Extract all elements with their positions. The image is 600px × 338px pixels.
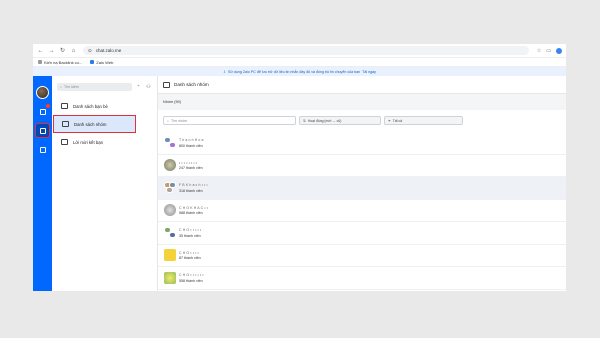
user-avatar[interactable] <box>36 86 49 99</box>
section-title: Nhóm (59) <box>163 100 181 104</box>
friend-request-icon <box>61 139 68 145</box>
download-icon: ⇩ <box>223 69 227 74</box>
nav-rail <box>33 76 52 291</box>
back-icon[interactable]: ← <box>37 48 44 54</box>
browser-toolbar: ← → ↻ ⌂ ⊙ chat.zalo.me ☆ ▭ <box>33 44 566 58</box>
list-item[interactable]: F B K h a c h • • • 318 thành viên <box>158 177 566 200</box>
group-search-input[interactable]: ⌕ Tìm nhóm <box>163 116 296 125</box>
chat-icon <box>39 108 46 115</box>
friends-icon <box>61 103 68 109</box>
sidebar-item-friends[interactable]: Danh sách bạn bè <box>52 97 157 115</box>
sidebar-item-groups[interactable]: Danh sách nhóm <box>53 115 136 133</box>
bookmarks-bar: Kiến nạ Backlink cu... Zalo Web <box>33 58 566 67</box>
banner-link[interactable]: Tải ngay <box>362 70 376 74</box>
group-list: T h a n h H o a 800 thành viên • • • • •… <box>158 132 566 290</box>
list-item[interactable]: C H O • • • • • • 558 thành viên <box>158 267 566 290</box>
home-icon[interactable]: ⌂ <box>70 48 77 54</box>
zalo-favicon-icon <box>90 60 95 64</box>
add-friend-icon[interactable]: ⁺ <box>135 84 142 90</box>
banner-text: Sử dụng Zalo PC để lưu trữ dữ liệu tin n… <box>228 69 361 74</box>
filter-select[interactable]: ⏷ Tất cả <box>384 116 463 125</box>
list-item[interactable]: C H O • • • • • 35 thành viên <box>158 222 566 245</box>
reload-icon[interactable]: ↻ <box>59 47 66 54</box>
address-bar[interactable]: ⊙ chat.zalo.me <box>83 46 529 55</box>
bookmark-favicon-icon <box>38 60 42 64</box>
unread-badge <box>46 104 50 108</box>
main-header: Danh sách nhóm <box>158 76 566 94</box>
list-item[interactable]: C H O • • • • 87 thành viên <box>158 245 566 267</box>
sort-icon: ⇅ <box>303 118 306 123</box>
list-item[interactable]: T h a n h H o a 800 thành viên <box>158 132 566 155</box>
groups-panel: ⌕ Tìm nhóm ⇅ Hoạt động (mới → cũ) ⏷ Tất … <box>158 110 566 291</box>
contacts-icon <box>39 127 46 134</box>
bookmark-item[interactable]: Zalo Web <box>90 60 113 65</box>
groups-icon <box>163 81 170 88</box>
url-text: chat.zalo.me <box>95 48 122 53</box>
group-avatar <box>164 181 176 194</box>
profile-avatar[interactable] <box>556 47 562 54</box>
list-item[interactable]: C H O K H A C • • 588 thành viên <box>158 200 566 222</box>
group-avatar <box>164 226 176 239</box>
checkbox-icon <box>39 146 46 153</box>
bookmark-item[interactable]: Kiến nạ Backlink cu... <box>38 60 82 65</box>
groups-icon <box>62 121 69 127</box>
search-icon: ⌕ <box>60 85 63 89</box>
list-item[interactable]: • • • • • • • • 247 thành viên <box>158 155 566 177</box>
group-avatar <box>164 271 176 284</box>
download-banner: ⇩ Sử dụng Zalo PC để lưu trữ dữ liệu tin… <box>33 67 566 76</box>
group-avatar <box>164 249 176 262</box>
sidebar-item-friend-requests[interactable]: Lời mời kết bạn <box>52 133 157 151</box>
filter-icon: ⏷ <box>388 118 391 123</box>
group-avatar <box>164 204 176 217</box>
extensions-icon[interactable]: ▭ <box>546 48 551 54</box>
messages-nav-button[interactable] <box>36 104 50 118</box>
site-info-icon[interactable]: ⊙ <box>88 48 92 54</box>
group-avatar <box>164 136 176 149</box>
sort-select[interactable]: ⇅ Hoạt động (mới → cũ) <box>299 116 381 125</box>
zalo-app: ⌕ Tìm kiếm ⁺ ⚇ Danh sách bạn bè Danh sác… <box>33 76 566 291</box>
contacts-nav-button[interactable] <box>35 123 50 138</box>
bookmark-star-icon[interactable]: ☆ <box>537 48 541 54</box>
page-title: Danh sách nhóm <box>174 82 209 87</box>
group-avatar <box>164 159 176 172</box>
contacts-sidebar: ⌕ Tìm kiếm ⁺ ⚇ Danh sách bạn bè Danh sác… <box>52 76 158 291</box>
todo-nav-button[interactable] <box>36 143 49 156</box>
forward-icon[interactable]: → <box>48 48 55 54</box>
sidebar-search-input[interactable]: ⌕ Tìm kiếm <box>57 83 132 91</box>
browser-window: ← → ↻ ⌂ ⊙ chat.zalo.me ☆ ▭ Kiến nạ Backl… <box>33 44 566 291</box>
groups-main: Danh sách nhóm Nhóm (59) ⌕ Tìm nhóm ⇅ Ho… <box>158 76 566 291</box>
create-group-icon[interactable]: ⚇ <box>145 84 152 90</box>
search-icon: ⌕ <box>167 118 170 123</box>
